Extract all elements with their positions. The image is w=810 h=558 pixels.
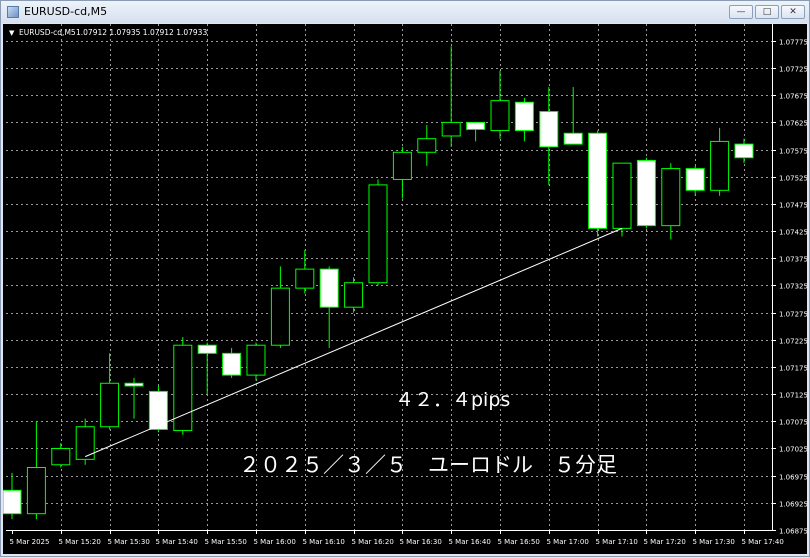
candle-body-bullish <box>661 168 681 227</box>
price-tick-label: 1.07325 <box>779 283 807 291</box>
candle-body-bullish <box>270 287 290 346</box>
price-tick-label: 1.07075 <box>779 419 807 427</box>
price-tick-label: 1.07575 <box>779 148 807 156</box>
time-tick-label: 5 Mar 17:40 <box>742 538 784 546</box>
candle-body-bearish <box>514 101 534 132</box>
price-tick-label: 1.07025 <box>779 446 807 454</box>
candle-body-bullish <box>295 268 315 289</box>
close-button[interactable]: ✕ <box>781 5 805 19</box>
price-tick-label: 1.07375 <box>779 256 807 264</box>
candle-body-bullish <box>368 184 388 284</box>
candle-body-bullish <box>490 100 510 132</box>
time-tick-label: 5 Mar 15:20 <box>59 538 101 546</box>
trend-line[interactable] <box>85 227 623 458</box>
price-tick-label: 1.07275 <box>779 311 807 319</box>
candle-body-bearish <box>197 344 217 354</box>
time-tick-label: 5 Mar 17:20 <box>644 538 686 546</box>
time-tick-label: 5 Mar 16:50 <box>498 538 540 546</box>
price-tick-label: 1.06975 <box>779 474 807 482</box>
candle-body-bullish <box>612 162 632 229</box>
trend-line-group <box>85 227 623 458</box>
chart-caption: ２０２５／３／５ ユーロドル ５分足 <box>239 453 617 477</box>
candle-body-bullish <box>441 121 461 137</box>
price-tick-label: 1.07125 <box>779 392 807 400</box>
time-tick-label: 5 Mar 16:00 <box>254 538 296 546</box>
candle-body-bullish <box>344 282 364 308</box>
time-tick-label: 5 Mar 15:30 <box>108 538 150 546</box>
candle-body-bullish <box>100 382 120 428</box>
time-tick-label: 5 Mar 15:40 <box>156 538 198 546</box>
candle-body-bullish <box>392 151 412 180</box>
chart-ohlc: 1.07912 1.07935 1.07912 1.07933 <box>76 28 207 37</box>
price-tick-label: 1.06875 <box>779 528 807 536</box>
candle-body-bullish <box>26 467 46 515</box>
price-axis: 1.07775 1.07725 1.07675 1.07625 1.07575 1.075… <box>772 24 808 536</box>
candle-body-bearish <box>734 143 754 159</box>
candle-body-bearish <box>588 132 608 229</box>
chart-area[interactable]: 1.07775 1.07725 1.07675 1.07625 1.07575 1.075… <box>2 24 808 554</box>
candle-body-bearish <box>636 159 656 227</box>
price-tick-label: 1.06925 <box>779 501 807 509</box>
price-tick-label: 1.07475 <box>779 202 807 210</box>
candle-body-bullish <box>710 140 730 191</box>
window-title: EURUSD-cd,M5 <box>24 5 108 18</box>
candle-body-bullish <box>51 447 71 466</box>
candle-body-bearish <box>466 121 486 130</box>
candle-body-bearish <box>148 390 168 430</box>
candle-body-bearish <box>2 489 22 515</box>
price-tick-label: 1.07775 <box>779 39 807 47</box>
candle-body-bullish <box>417 138 437 153</box>
pips-annotation: ４２．４pips <box>395 389 510 411</box>
price-tick-label: 1.07225 <box>779 338 807 346</box>
price-tick-label: 1.07425 <box>779 229 807 237</box>
time-tick-label: 5 Mar 17:30 <box>693 538 735 546</box>
time-tick-label: 5 Mar 16:10 <box>303 538 345 546</box>
title-bar[interactable]: EURUSD-cd,M5 — □ ✕ <box>1 1 809 23</box>
time-axis: 5 Mar 2025 5 Mar 15:20 5 Mar 15:30 5 Mar 15… <box>6 530 784 546</box>
time-tick-label: 5 Mar 2025 <box>10 538 50 546</box>
chart-symbol: EURUSD-cd,M5 <box>19 28 76 37</box>
price-tick-label: 1.07525 <box>779 175 807 183</box>
price-tick-label: 1.07675 <box>779 93 807 101</box>
candle-body-bearish <box>222 352 242 376</box>
price-tick-label: 1.07175 <box>779 365 807 373</box>
candle-body-bearish <box>685 168 705 191</box>
time-tick-label: 5 Mar 15:50 <box>205 538 247 546</box>
candle-body-bearish <box>563 132 583 145</box>
time-tick-label: 5 Mar 16:20 <box>352 538 394 546</box>
time-tick-label: 5 Mar 17:10 <box>596 538 638 546</box>
time-tick-label: 5 Mar 16:40 <box>449 538 491 546</box>
candle-body-bullish <box>246 344 266 376</box>
price-tick-label: 1.07625 <box>779 120 807 128</box>
candle-body-bearish <box>539 111 559 148</box>
maximize-button[interactable]: □ <box>755 5 779 19</box>
candle-body-bearish <box>319 268 339 308</box>
chart-window: EURUSD-cd,M5 — □ ✕ 1.07775 1.07725 1.07675… <box>0 0 810 557</box>
time-tick-label: 5 Mar 16:30 <box>400 538 442 546</box>
chart-menu-marker[interactable]: ▼ <box>9 29 15 37</box>
candle-body-bearish <box>124 382 144 387</box>
minimize-button[interactable]: — <box>729 5 753 19</box>
price-tick-label: 1.07725 <box>779 66 807 74</box>
time-tick-label: 5 Mar 17:00 <box>547 538 589 546</box>
candlestick-chart[interactable]: 1.07775 1.07725 1.07675 1.07625 1.07575 1.075… <box>2 24 808 554</box>
chart-window-icon <box>7 6 19 18</box>
